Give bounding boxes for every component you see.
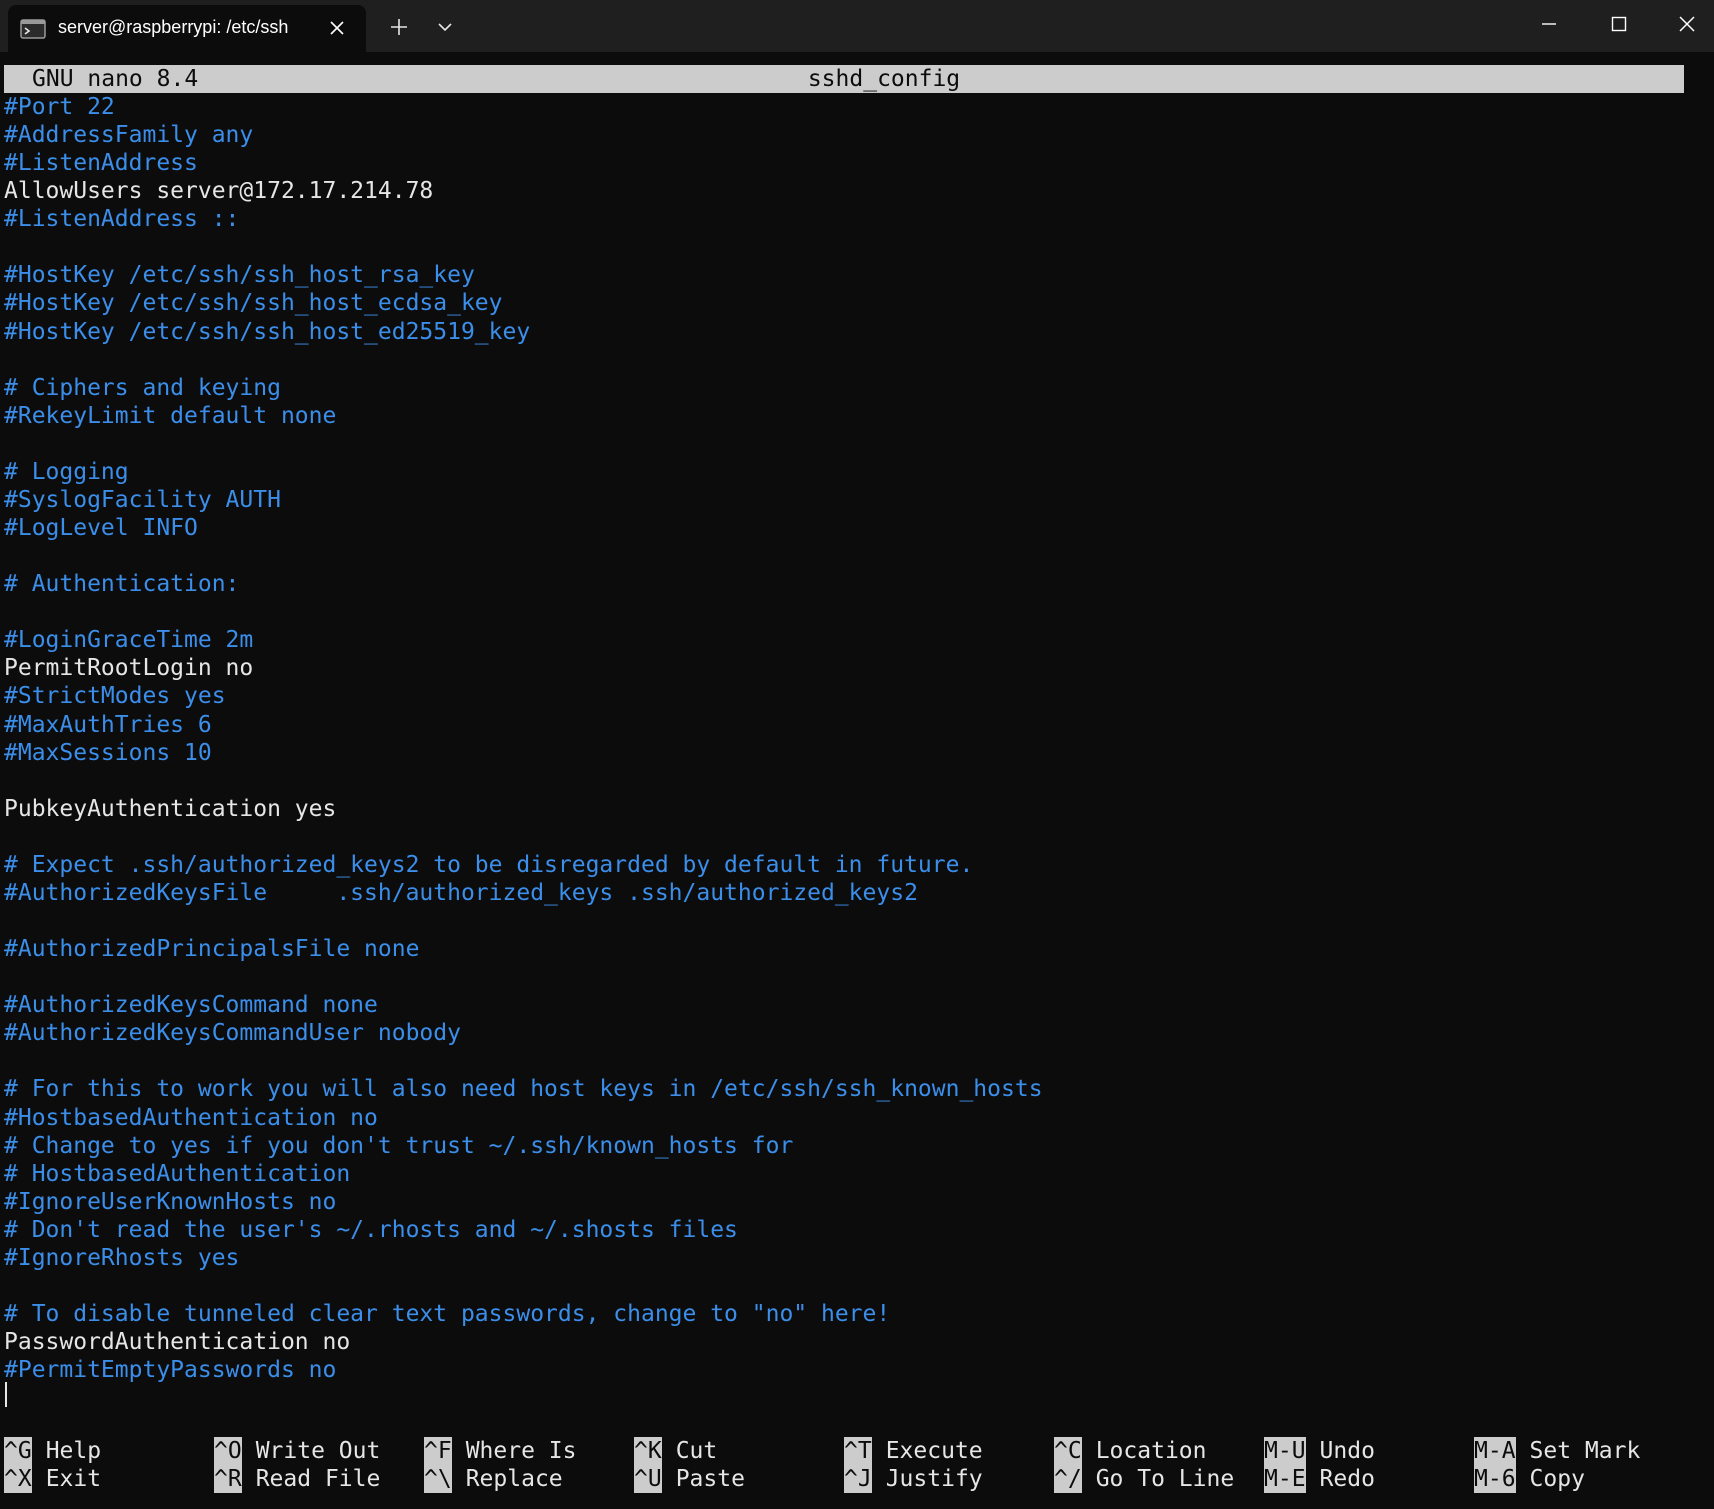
shortcut-key: ^\ [424,1465,452,1493]
shortcut-label: Read File [255,1466,381,1492]
shortcut-key: ^K [634,1437,662,1465]
shortcut-item[interactable]: ^X Exit [4,1465,101,1493]
config-line: #HostbasedAuthentication no [4,1104,378,1131]
shortcut-label: Redo [1319,1466,1375,1492]
shortcut-label: Justify [885,1466,983,1492]
shortcut-label: Paste [675,1466,745,1492]
shortcut-key: M-U [1264,1437,1306,1465]
terminal-icon [20,19,46,39]
config-line: #LoginGraceTime 2m [4,627,254,654]
shortcut-label: Go To Line [1095,1466,1235,1492]
config-line: # For this to work you will also need ho… [4,1076,1043,1103]
shortcut-item[interactable]: ^\ Replace [424,1465,563,1493]
config-line: PermitRootLogin no [4,655,254,682]
config-line: #AuthorizedKeysFile .ssh/authorized_keys… [4,879,918,906]
maximize-icon[interactable] [1604,12,1634,42]
config-line: #IgnoreUserKnownHosts no [4,1188,337,1215]
config-line: #HostKey /etc/ssh/ssh_host_ecdsa_key [4,290,503,317]
chevron-down-icon[interactable] [430,12,460,42]
shortcut-item[interactable]: ^U Paste [634,1465,745,1493]
config-line: #ListenAddress :: [4,206,240,233]
shortcut-label: Write Out [255,1438,381,1464]
shortcut-label: Where Is [465,1438,577,1464]
config-line: #AuthorizedKeysCommandUser nobody [4,1020,461,1047]
close-tab-icon[interactable] [324,15,350,41]
config-line: #StrictModes yes [4,683,226,710]
shortcut-key: ^J [844,1465,872,1493]
config-line: #ListenAddress [4,150,198,177]
shortcut-item[interactable]: ^G Help [4,1437,101,1465]
title-bar: server@raspberrypi: /etc/ssh [0,0,1714,52]
config-line: #AuthorizedKeysCommand none [4,992,378,1019]
shortcut-key: ^U [634,1465,662,1493]
shortcut-label: Undo [1319,1438,1375,1464]
tab-active[interactable]: server@raspberrypi: /etc/ssh [8,5,366,52]
shortcut-label: Copy [1529,1466,1585,1492]
config-line: # Expect .ssh/authorized_keys2 to be dis… [4,851,974,878]
shortcut-label: Exit [45,1466,102,1492]
shortcut-label: Help [45,1438,102,1464]
config-line: # HostbasedAuthentication [4,1160,351,1187]
shortcut-item[interactable]: ^O Write Out [214,1437,380,1465]
shortcut-label: Location [1095,1438,1207,1464]
config-line: #MaxAuthTries 6 [4,711,212,738]
shortcut-item[interactable]: M-6 Copy [1474,1465,1585,1493]
nano-header-bar: GNU nano 8.4 sshd_config [4,65,1684,93]
config-line: #AddressFamily any [4,122,254,149]
shortcut-key: ^C [1054,1437,1082,1465]
shortcut-label: Cut [675,1438,718,1464]
shortcut-item[interactable]: ^J Justify [844,1465,983,1493]
tab-title: server@raspberrypi: /etc/ssh [58,17,289,37]
config-line: # Logging [4,458,129,485]
config-line: #Port 22 [4,94,115,120]
shortcut-item[interactable]: M-A Set Mark [1474,1437,1640,1465]
shortcut-label: Set Mark [1529,1438,1641,1464]
config-line: #SyslogFacility AUTH [4,486,281,513]
shortcut-key: ^X [4,1465,32,1493]
config-line: # Authentication: [4,571,240,598]
close-window-icon[interactable] [1672,12,1702,42]
config-line: #HostKey /etc/ssh/ssh_host_rsa_key [4,262,475,289]
config-line: #LogLevel INFO [4,515,198,542]
shortcut-key: M-A [1474,1437,1516,1465]
shortcut-key: ^G [4,1437,32,1465]
config-line: #IgnoreRhosts yes [4,1244,240,1271]
shortcut-label: Replace [465,1466,563,1492]
new-tab-icon[interactable] [384,12,414,42]
shortcut-key: ^O [214,1437,242,1465]
config-line: # Ciphers and keying [4,374,281,401]
config-line: # To disable tunneled clear text passwor… [4,1301,891,1327]
config-line: #HostKey /etc/ssh/ssh_host_ed25519_key [4,318,531,345]
shortcut-item[interactable]: ^F Where Is [424,1437,576,1465]
shortcut-item[interactable]: M-U Undo [1264,1437,1375,1465]
shortcut-key: M-E [1264,1465,1306,1493]
config-line: PasswordAuthentication no [4,1329,351,1356]
config-line: # Change to yes if you don't trust ~/.ss… [4,1132,794,1159]
shortcut-item[interactable]: ^T Execute [844,1437,983,1465]
shortcut-item[interactable]: ^K Cut [634,1437,717,1465]
shortcut-label: Execute [885,1438,983,1464]
terminal-window: server@raspberrypi: /etc/ssh GNU nano 8.… [0,0,1714,1509]
config-line: # Don't read the user's ~/.rhosts and ~/… [4,1216,738,1243]
config-line: #AuthorizedPrincipalsFile none [4,936,420,963]
config-line: #PermitEmptyPasswords no [4,1357,337,1384]
minimize-icon[interactable] [1534,12,1564,42]
shortcut-key: ^T [844,1437,872,1465]
shortcut-item[interactable]: M-E Redo [1264,1465,1375,1493]
config-line: #RekeyLimit default none [4,402,337,429]
shortcut-key: ^R [214,1465,242,1493]
text-cursor [5,1382,7,1407]
shortcut-key: ^/ [1054,1465,1082,1493]
shortcut-item[interactable]: ^/ Go To Line [1054,1465,1234,1493]
config-line: AllowUsers server@172.17.214.78 [4,178,434,205]
shortcut-item[interactable]: ^C Location [1054,1437,1206,1465]
shortcut-key: M-6 [1474,1465,1516,1493]
config-line: PubkeyAuthentication yes [4,795,337,822]
nano-filename: sshd_config [807,66,961,92]
shortcut-item[interactable]: ^R Read File [214,1465,380,1493]
shortcut-key: ^F [424,1437,452,1465]
config-line: #MaxSessions 10 [4,739,212,766]
